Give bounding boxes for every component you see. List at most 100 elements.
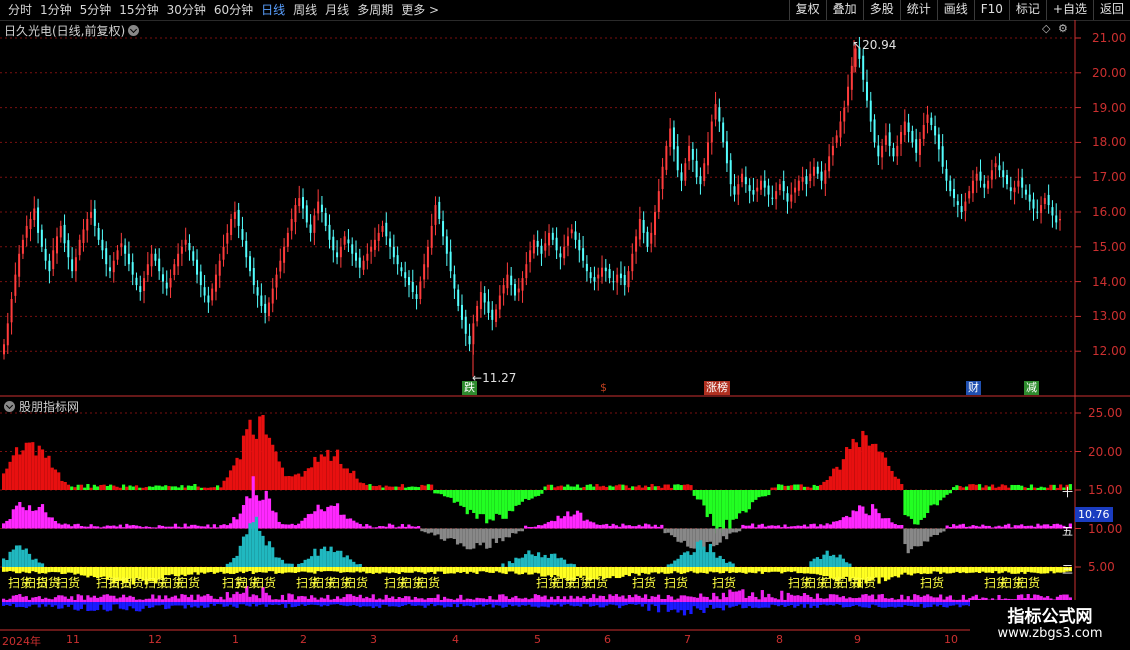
indicator-bar-green xyxy=(718,490,722,528)
indicator-bar-yellow xyxy=(637,567,641,576)
toolbar-button-5[interactable]: F10 xyxy=(973,0,1009,20)
candle-body xyxy=(971,180,974,194)
strip-bar-magenta xyxy=(258,598,262,602)
stock-title[interactable]: 日久光电(日线,前复权) xyxy=(4,22,140,39)
candle-body xyxy=(619,273,622,279)
tab-1[interactable]: 1分钟 xyxy=(36,0,76,20)
strip-bar-blue xyxy=(53,602,58,606)
indicator-bar-yellow xyxy=(348,567,353,573)
indicator-bar xyxy=(128,485,132,490)
candle-body xyxy=(517,288,520,293)
strip-bar-blue xyxy=(73,602,77,610)
indicator-bar-yellow xyxy=(760,567,764,574)
strip-bar-blue xyxy=(397,602,401,608)
indicator-bar-teal xyxy=(566,563,570,567)
indicator-bar-yellow xyxy=(216,567,220,573)
tab-9[interactable]: 多周期 xyxy=(353,0,397,20)
indicator-bar xyxy=(631,526,635,529)
indicator-bar-green xyxy=(916,490,920,525)
indicator-title[interactable]: 股朋指标网 xyxy=(4,398,79,415)
candle-body xyxy=(1047,194,1050,206)
toolbar-button-4[interactable]: 画线 xyxy=(936,0,974,20)
chevron-down-icon[interactable] xyxy=(4,401,15,412)
event-marker[interactable]: $ xyxy=(598,381,609,395)
toolbar-button-8[interactable]: 返回 xyxy=(1092,0,1130,20)
strip-bar-magenta xyxy=(812,598,816,602)
candle-body xyxy=(479,292,482,310)
indicator-bar-magenta xyxy=(293,525,298,529)
tab-5[interactable]: 60分钟 xyxy=(210,0,257,20)
toolbar-button-7[interactable]: +自选 xyxy=(1045,0,1093,20)
toolbar-button-6[interactable]: 标记 xyxy=(1008,0,1046,20)
toolbar-button-2[interactable]: 多股 xyxy=(862,0,900,20)
indicator-bar-yellow xyxy=(984,567,988,573)
indicator-bar xyxy=(190,485,194,490)
indicator-bar-yellow xyxy=(751,567,755,573)
strip-bar-magenta xyxy=(783,599,787,602)
indicator-bar-teal xyxy=(251,522,255,567)
tab-8[interactable]: 月线 xyxy=(321,0,353,20)
strip-bar-blue xyxy=(598,602,602,608)
strip-bar-blue xyxy=(274,602,278,605)
diamond-icon[interactable]: ◇ xyxy=(1042,22,1050,35)
toolbar-button-1[interactable]: 叠加 xyxy=(825,0,863,20)
indicator-bar-magenta xyxy=(225,525,229,529)
indicator-bar-green xyxy=(919,490,923,520)
strip-bar-blue xyxy=(585,602,589,605)
candle-body xyxy=(40,229,43,247)
tab-6[interactable]: 日线 xyxy=(257,0,289,20)
candle-body xyxy=(585,263,588,272)
indicator-bar-yellow xyxy=(825,567,829,577)
strip-bar-magenta xyxy=(342,597,346,602)
indicator-bar-teal xyxy=(721,559,726,567)
strip-bar-magenta xyxy=(154,598,158,602)
indicator-bar xyxy=(96,486,100,490)
indicator-bar xyxy=(634,526,638,529)
event-marker[interactable]: 减 xyxy=(1024,381,1039,395)
tab-2[interactable]: 5分钟 xyxy=(76,0,116,20)
indicator-bar-grey xyxy=(939,528,943,533)
indicator-bar-yellow xyxy=(598,567,602,577)
indicator-bar-green xyxy=(767,490,771,496)
indicator-bar-yellow xyxy=(465,567,469,574)
strip-bar-magenta xyxy=(712,592,716,602)
kline-chart[interactable]: 扫货扫货扫货扫货 扫货扫货扫货 扫货扫货扫货 扫货扫货扫货 扫货扫货扫货扫货 扫货扫货扫货… xyxy=(0,20,1130,650)
event-marker[interactable]: 财 xyxy=(966,381,981,395)
strip-bar-blue xyxy=(478,602,482,605)
indicator-bar-yellow xyxy=(430,567,434,573)
toolbar-button-3[interactable]: 统计 xyxy=(899,0,937,20)
strip-bar-magenta xyxy=(582,595,586,602)
indicator-bar-yellow xyxy=(442,567,447,574)
indicator-bar xyxy=(644,523,648,529)
tab-3[interactable]: 15分钟 xyxy=(115,0,162,20)
chevron-down-icon[interactable] xyxy=(128,25,140,36)
tab-0[interactable]: 分时 xyxy=(4,0,36,20)
indicator-bar-red xyxy=(348,473,353,490)
strip-bar-magenta xyxy=(433,597,437,602)
indicator-bar-red xyxy=(34,455,38,490)
indicator-bar-teal xyxy=(511,563,515,567)
event-marker[interactable]: 跌 xyxy=(462,381,477,395)
candle-body xyxy=(203,287,206,296)
tab-4[interactable]: 30分钟 xyxy=(163,0,210,20)
indicator-bar xyxy=(660,487,664,490)
indicator-bar-yellow xyxy=(718,567,722,574)
indicator-bar xyxy=(170,526,174,529)
strip-bar-magenta xyxy=(653,596,657,602)
indicator-bar xyxy=(1046,487,1050,490)
tab-10[interactable]: 更多 > xyxy=(397,0,443,20)
indicator-bar xyxy=(173,523,178,529)
indicator-bar-teal xyxy=(238,545,242,567)
indicator-bar-grey xyxy=(459,528,463,544)
strip-bar-magenta xyxy=(439,599,443,602)
indicator-bar-grey xyxy=(520,528,524,532)
indicator-bar-yellow xyxy=(977,567,982,573)
event-marker[interactable]: 涨榜 xyxy=(704,381,730,395)
indicator-bar-yellow xyxy=(806,567,810,574)
indicator-bar-red xyxy=(261,414,265,490)
strip-bar-magenta xyxy=(14,595,19,602)
tab-7[interactable]: 周线 xyxy=(289,0,321,20)
indicator-bar-yellow xyxy=(952,567,956,573)
settings-icon[interactable]: ⚙ xyxy=(1058,22,1068,35)
toolbar-button-0[interactable]: 复权 xyxy=(788,0,826,20)
